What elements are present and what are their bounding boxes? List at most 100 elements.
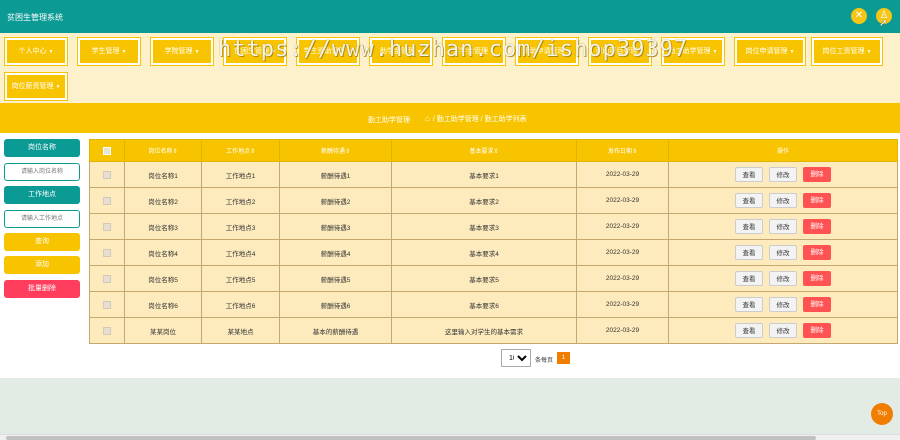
- edit-button[interactable]: 修改: [769, 323, 797, 338]
- edit-button[interactable]: 修改: [769, 271, 797, 286]
- cell-actions: 查看 修改 删除: [668, 161, 898, 188]
- menu-item-post-salary[interactable]: 岗位薪资管理 ▼: [4, 72, 68, 101]
- caret-down-icon: ▼: [566, 49, 572, 55]
- menu-item-aid-project[interactable]: 资助项目管理 ▼: [588, 37, 652, 66]
- menu-item-student-aid[interactable]: 学生资助管理 ▼: [296, 37, 360, 66]
- cell-location: 工作地点6: [201, 291, 280, 318]
- add-button[interactable]: 添加: [4, 256, 80, 274]
- delete-button[interactable]: 删除: [803, 323, 831, 338]
- delete-button[interactable]: 删除: [803, 193, 831, 208]
- home-icon[interactable]: ⌂: [425, 114, 430, 123]
- menu-item-work-study[interactable]: 勤工助学管理 ▼: [661, 37, 725, 66]
- select-all-cell[interactable]: [89, 139, 125, 162]
- location-input[interactable]: [4, 210, 80, 228]
- horizontal-scrollbar[interactable]: [0, 434, 900, 440]
- menu-item-grant[interactable]: 助学金管理 ▼: [369, 37, 433, 66]
- post-table: 岗位名称⇕ 工作地点⇕ 薪酬待遇⇕ 基本要求⇕ 发布日期⇕ 操作 岗位名称1 工作…: [89, 139, 898, 344]
- cell-requirement: 基本要求1: [391, 161, 577, 188]
- scrollbar-thumb[interactable]: [6, 436, 816, 440]
- edit-button[interactable]: 修改: [769, 245, 797, 260]
- row-checkbox[interactable]: [103, 170, 111, 179]
- caret-down-icon: ▼: [866, 49, 872, 55]
- row-select-cell[interactable]: [89, 161, 125, 188]
- cell-date: 2022-03-29: [576, 239, 669, 266]
- view-button[interactable]: 查看: [735, 219, 763, 234]
- cell-salary: 基本的薪酬待遇: [279, 317, 392, 344]
- menu-item-student[interactable]: 学生管理 ▼: [77, 37, 141, 66]
- delete-button[interactable]: 删除: [803, 219, 831, 234]
- menu-item-aid-application[interactable]: 资助申请管理 ▼: [515, 37, 579, 66]
- cell-salary: 薪酬待遇1: [279, 161, 392, 188]
- edit-button[interactable]: 修改: [769, 297, 797, 312]
- row-select-cell[interactable]: [89, 291, 125, 318]
- row-checkbox[interactable]: [103, 326, 111, 335]
- row-select-cell[interactable]: [89, 239, 125, 266]
- column-header-name[interactable]: 岗位名称⇕: [124, 139, 202, 162]
- column-header-location[interactable]: 工作地点⇕: [201, 139, 280, 162]
- batch-delete-button[interactable]: 批量删除: [4, 280, 80, 298]
- row-select-cell[interactable]: [89, 187, 125, 214]
- page-size-select[interactable]: 10: [501, 349, 531, 367]
- search-button[interactable]: 查询: [4, 233, 80, 251]
- view-button[interactable]: 查看: [735, 271, 763, 286]
- caret-down-icon: ▼: [194, 49, 200, 55]
- cell-requirement: 基本要求4: [391, 239, 577, 266]
- app-header: 贫困生管理系统 ✕ ♙: [0, 0, 900, 33]
- select-all-checkbox[interactable]: [103, 146, 111, 155]
- view-button[interactable]: 查看: [735, 297, 763, 312]
- menu-item-college[interactable]: 学院管理 ▼: [150, 37, 214, 66]
- cell-date: 2022-03-29: [576, 317, 669, 344]
- cell-location: 工作地点5: [201, 265, 280, 292]
- cell-date: 2022-03-29: [576, 161, 669, 188]
- caret-down-icon: ▼: [417, 49, 422, 55]
- column-header-date[interactable]: 发布日期⇕: [576, 139, 669, 162]
- caret-down-icon: ▼: [347, 49, 353, 55]
- row-checkbox[interactable]: [103, 248, 111, 257]
- edit-button[interactable]: 修改: [769, 167, 797, 182]
- cell-date: 2022-03-29: [576, 187, 669, 214]
- delete-button[interactable]: 删除: [803, 297, 831, 312]
- cell-name: 岗位名称4: [124, 239, 202, 266]
- menu-item-personal-center[interactable]: 个人中心 ▼: [4, 37, 68, 66]
- row-checkbox[interactable]: [103, 300, 111, 309]
- cell-date: 2022-03-29: [576, 265, 669, 292]
- delete-button[interactable]: 删除: [803, 167, 831, 182]
- row-select-cell[interactable]: [89, 317, 125, 344]
- caret-down-icon: ▼: [48, 49, 54, 55]
- row-select-cell[interactable]: [89, 213, 125, 240]
- mouse-cursor-icon: ➚: [879, 18, 888, 29]
- delete-button[interactable]: 删除: [803, 271, 831, 286]
- view-button[interactable]: 查看: [735, 323, 763, 338]
- menu-item-post-application[interactable]: 岗位申请管理 ▼: [734, 37, 806, 66]
- menu-item-poor-student[interactable]: 贫困生管理 ▼: [223, 37, 287, 66]
- cell-requirement: 基本要求5: [391, 265, 577, 292]
- menu-item-scholarship[interactable]: 奖学金管理 ▼: [442, 37, 506, 66]
- view-button[interactable]: 查看: [735, 193, 763, 208]
- table-row: 某某岗位 某某地点 基本的薪酬待遇 这里输入对学生的基本需求 2022-03-29 查看修…: [89, 317, 898, 344]
- column-header-requirement[interactable]: 基本要求⇕: [391, 139, 577, 162]
- cell-location: 某某地点: [201, 317, 280, 344]
- back-to-top-button[interactable]: Top: [871, 403, 893, 425]
- cell-requirement: 这里输入对学生的基本需求: [391, 317, 577, 344]
- view-button[interactable]: 查看: [735, 245, 763, 260]
- edit-button[interactable]: 修改: [769, 219, 797, 234]
- page-button-current[interactable]: 1: [557, 352, 570, 364]
- cell-actions: 查看 修改 删除: [668, 213, 898, 240]
- cell-salary: 薪酬待遇5: [279, 265, 392, 292]
- cell-location: 工作地点3: [201, 213, 280, 240]
- cell-location: 工作地点1: [201, 161, 280, 188]
- caret-down-icon: ▼: [271, 49, 276, 55]
- table-row: 岗位名称4 工作地点4 薪酬待遇4 基本要求4 2022-03-29 查看 修改 删除: [89, 239, 898, 266]
- row-checkbox[interactable]: [103, 274, 111, 283]
- view-button[interactable]: 查看: [735, 167, 763, 182]
- row-checkbox[interactable]: [103, 222, 111, 231]
- delete-button[interactable]: 删除: [803, 245, 831, 260]
- breadcrumb-path: / 勤工助学管理 / 勤工助学列表: [432, 116, 527, 123]
- row-select-cell[interactable]: [89, 265, 125, 292]
- post-name-input[interactable]: [4, 163, 80, 181]
- row-checkbox[interactable]: [103, 196, 111, 205]
- column-header-salary[interactable]: 薪酬待遇⇕: [279, 139, 392, 162]
- menu-item-post-wage[interactable]: 岗位工资管理 ▼: [811, 37, 883, 66]
- edit-button[interactable]: 修改: [769, 193, 797, 208]
- close-icon[interactable]: ✕: [851, 8, 867, 24]
